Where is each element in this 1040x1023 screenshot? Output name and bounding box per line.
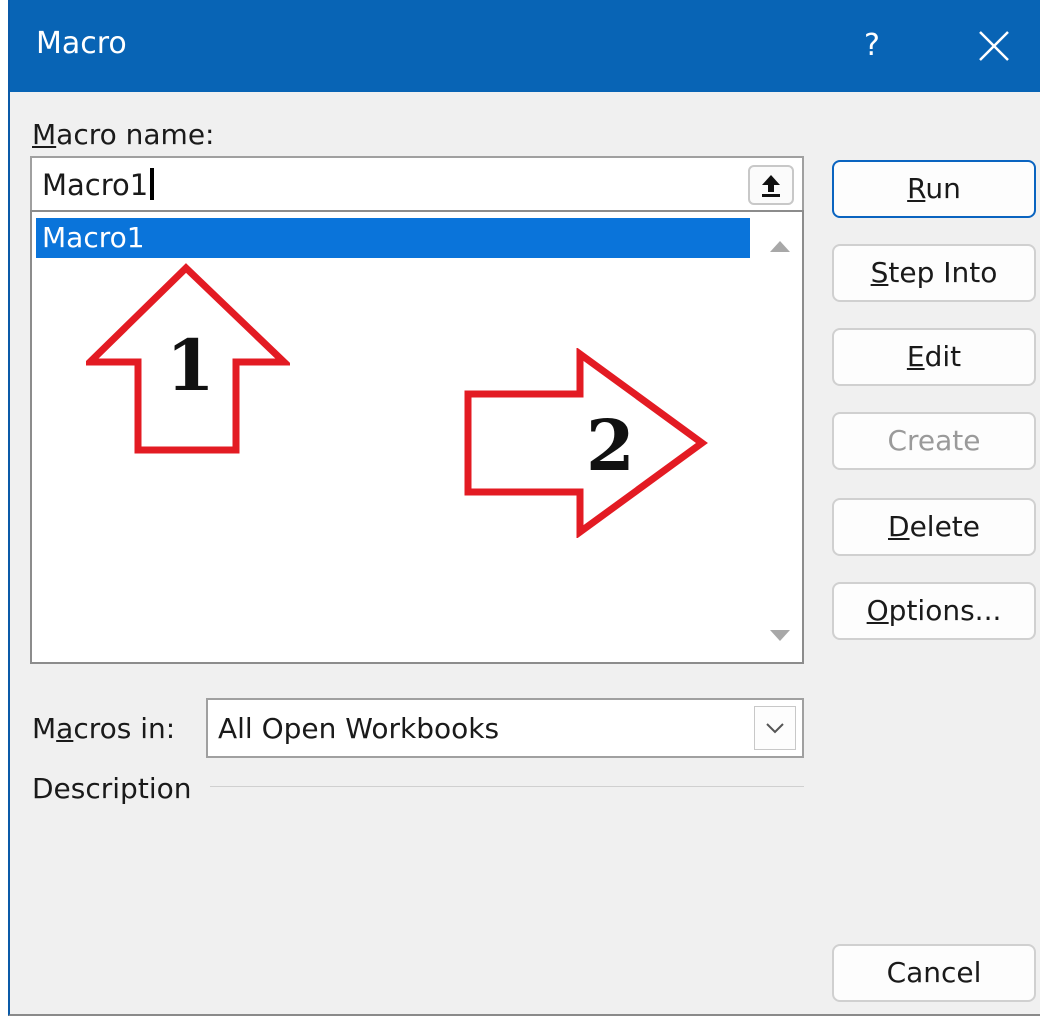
annotation-arrow-right: 2 (462, 348, 714, 538)
step-into-button[interactable]: Step Into (832, 244, 1036, 302)
cancel-button[interactable]: Cancel (832, 944, 1036, 1002)
description-divider (210, 786, 804, 787)
annotation-number-1: 1 (166, 324, 215, 407)
scroll-down-icon[interactable] (768, 626, 792, 646)
run-button[interactable]: Run (832, 160, 1036, 218)
scroll-up-icon[interactable] (768, 236, 792, 256)
macro-name-input[interactable]: Macro1 (30, 156, 804, 212)
macro-name-label: Macro name: (32, 118, 215, 151)
upload-arrow-icon (762, 175, 780, 197)
list-item[interactable]: Macro1 (36, 218, 750, 258)
close-button[interactable] (968, 20, 1020, 72)
edit-button[interactable]: Edit (832, 328, 1036, 386)
annotation-arrow-up: 1 (86, 262, 290, 458)
help-icon: ? (864, 28, 880, 63)
macro-name-value: Macro1 (42, 168, 155, 202)
options-button[interactable]: Options... (832, 582, 1036, 640)
title-bar: Macro ? (10, 0, 1040, 92)
macro-dialog: Macro ? Macro name: Macro1 Macro1 1 2 Ma… (8, 0, 1040, 1016)
annotation-number-2: 2 (586, 404, 635, 487)
dialog-title: Macro (36, 26, 127, 61)
description-label: Description (32, 772, 192, 805)
macros-in-label: Macros in: (32, 712, 176, 745)
close-icon (979, 31, 1009, 61)
collapse-dialog-button[interactable] (748, 165, 794, 205)
delete-button[interactable]: Delete (832, 498, 1036, 556)
help-button[interactable]: ? (850, 20, 894, 72)
text-caret (150, 168, 155, 200)
chevron-down-icon (766, 723, 784, 734)
macros-in-value: All Open Workbooks (218, 712, 500, 745)
dropdown-button[interactable] (754, 706, 796, 750)
macros-in-select[interactable]: All Open Workbooks (206, 698, 804, 758)
create-button[interactable]: Create (832, 412, 1036, 470)
